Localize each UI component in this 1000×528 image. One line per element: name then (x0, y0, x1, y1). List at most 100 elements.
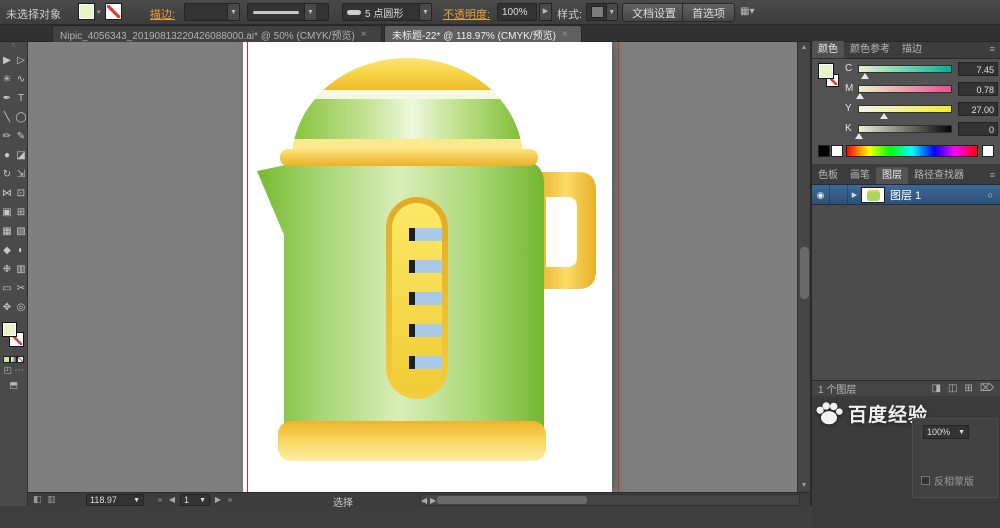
panel-menu-icon[interactable]: ≡ (985, 167, 1000, 184)
scroll-right-icon[interactable]: ▶ (430, 496, 436, 505)
none-mode-button[interactable] (17, 356, 24, 363)
vertical-scrollbar[interactable]: ▲ ▼ (797, 42, 810, 492)
tab-color-guide[interactable]: 颜色参考 (844, 41, 896, 58)
layer-row[interactable]: ◉ ▶ 图层 1 ○ (812, 185, 1000, 205)
fragment-opacity-select[interactable]: 100% ▼ (923, 425, 969, 439)
artboard-tool[interactable]: ▭ (0, 279, 14, 298)
column-graph-tool[interactable]: ▥ (14, 260, 28, 279)
cyan-value-input[interactable]: 7.45 (958, 62, 998, 76)
gradient-mode-button[interactable] (10, 356, 17, 363)
shape-builder-tool[interactable]: ▣ (0, 203, 14, 222)
tab-layers[interactable]: 图层 (876, 167, 908, 184)
eraser-tool[interactable]: ◪ (14, 146, 28, 165)
white-swatch[interactable] (982, 145, 994, 157)
scroll-left-icon[interactable]: ◀ (421, 496, 427, 505)
artboard-number-select[interactable]: 1 ▼ (180, 494, 210, 506)
slider-thumb[interactable] (879, 113, 888, 119)
pen-tool[interactable]: ✒ (0, 89, 14, 108)
guide-line-left[interactable] (247, 42, 248, 492)
layer-name[interactable]: 图层 1 (890, 187, 921, 203)
width-profile-select[interactable]: ▼ (247, 3, 329, 21)
brush-definition-select[interactable]: 5 点圆形 ▼ (342, 3, 432, 21)
target-circle-icon[interactable]: ○ (988, 190, 993, 200)
slider-thumb[interactable] (855, 93, 864, 99)
magenta-slider[interactable] (855, 85, 952, 99)
hand-tool[interactable]: ✥ (0, 298, 14, 317)
workspace-icon[interactable]: ▦▾ (740, 6, 754, 17)
opacity-input[interactable]: 100% (497, 3, 537, 21)
document-setup-button[interactable]: 文档设置 (622, 3, 686, 22)
yellow-slider[interactable] (858, 105, 952, 119)
type-tool[interactable]: T (14, 89, 28, 108)
ellipse-tool[interactable]: ◯ (14, 108, 28, 127)
previous-artboard-button[interactable]: ◀ (166, 494, 178, 506)
pencil-tool[interactable]: ✎ (14, 127, 28, 146)
color-spectrum-bar[interactable] (846, 145, 978, 157)
layer-thumbnail[interactable] (861, 186, 885, 203)
stroke-color-swatch[interactable] (105, 3, 122, 20)
kettle-artwork[interactable] (243, 42, 612, 492)
scroll-up-icon[interactable]: ▲ (798, 42, 810, 54)
paintbrush-tool[interactable]: ✏ (0, 127, 14, 146)
invert-mask-option[interactable]: 反相蒙版 (921, 473, 974, 488)
lock-cell[interactable] (830, 185, 848, 204)
chevron-down-icon[interactable]: ▼ (605, 4, 617, 20)
selection-tool[interactable]: ▶ (0, 51, 14, 70)
clipping-mask-icon[interactable]: ◨ (932, 383, 941, 394)
last-artboard-button[interactable]: » (224, 494, 236, 506)
horizontal-scroll-thumb[interactable] (437, 496, 587, 504)
panel-menu-icon[interactable]: ≡ (985, 41, 1000, 58)
line-segment-tool[interactable]: ╲ (0, 108, 14, 127)
close-icon[interactable]: × (562, 29, 568, 40)
magic-wand-tool[interactable]: ✳ (0, 70, 14, 89)
first-artboard-button[interactable]: « (154, 494, 166, 506)
stroke-link[interactable]: 描边: (150, 6, 175, 22)
invert-mask-checkbox[interactable] (921, 476, 930, 485)
free-transform-tool[interactable]: ⊡ (14, 184, 28, 203)
chevron-down-icon[interactable]: ▼ (419, 4, 431, 20)
new-layer-icon[interactable]: ⊞ (964, 383, 972, 394)
slider-thumb[interactable] (855, 133, 863, 139)
tab-stroke[interactable]: 描边 (896, 41, 928, 58)
guide-line-right[interactable] (618, 42, 619, 492)
chevron-down-icon[interactable]: ▼ (227, 4, 239, 20)
expand-triangle-icon[interactable]: ▶ (848, 191, 861, 199)
opacity-link[interactable]: 不透明度: (443, 6, 490, 22)
canvas-pasteboard[interactable] (28, 42, 797, 492)
next-artboard-button[interactable]: ▶ (212, 494, 224, 506)
style-select[interactable]: ▼ (586, 3, 618, 21)
slice-tool[interactable]: ✂ (14, 279, 28, 298)
close-icon[interactable]: × (361, 29, 367, 40)
black-slider[interactable] (855, 125, 952, 139)
stroke-weight-select[interactable]: ▼ (184, 3, 240, 21)
magenta-value-input[interactable]: 0.78 (958, 82, 998, 96)
width-tool[interactable]: ⋈ (0, 184, 14, 203)
visibility-eye-icon[interactable]: ◉ (812, 185, 830, 204)
preferences-button[interactable]: 首选项 (682, 3, 735, 22)
gradient-tool[interactable]: ▧ (14, 222, 28, 241)
direct-selection-tool[interactable]: ▷ (14, 51, 28, 70)
zoom-select[interactable]: 118.97 ▼ (86, 494, 144, 506)
slider-thumb[interactable] (861, 73, 870, 79)
document-tab-active[interactable]: 未标题-22* @ 118.97% (CMYK/预览) × (384, 25, 582, 42)
blend-tool[interactable]: ◐ (14, 241, 28, 260)
tab-color[interactable]: 颜色 (812, 41, 844, 58)
draw-modes-icon[interactable]: ◰ ⋯ (0, 363, 27, 378)
lasso-tool[interactable]: ∿ (14, 70, 28, 89)
fill-color-swatch[interactable] (78, 3, 95, 20)
scale-tool[interactable]: ⇲ (14, 165, 28, 184)
cyan-slider[interactable] (858, 65, 952, 79)
mesh-tool[interactable]: ▦ (0, 222, 14, 241)
new-sublayer-icon[interactable]: ◫ (948, 383, 957, 394)
artboards-icon[interactable]: ▥ (47, 494, 56, 505)
symbol-sprayer-tool[interactable]: ❉ (0, 260, 14, 279)
perspective-grid-tool[interactable]: ⊞ (14, 203, 28, 222)
screen-mode-icon[interactable]: ⬒ (0, 378, 27, 393)
chevron-down-icon[interactable]: ▼ (304, 4, 316, 20)
eyedropper-tool[interactable]: ◆ (0, 241, 14, 260)
color-mode-button[interactable] (3, 356, 10, 363)
document-tab[interactable]: Nipic_4056343_20190813220426088000.ai* @… (52, 25, 382, 42)
vertical-scroll-thumb[interactable] (800, 247, 809, 299)
toolbar-fill-swatch[interactable] (2, 322, 17, 337)
chevron-down-icon[interactable]: ▾ (97, 8, 101, 16)
